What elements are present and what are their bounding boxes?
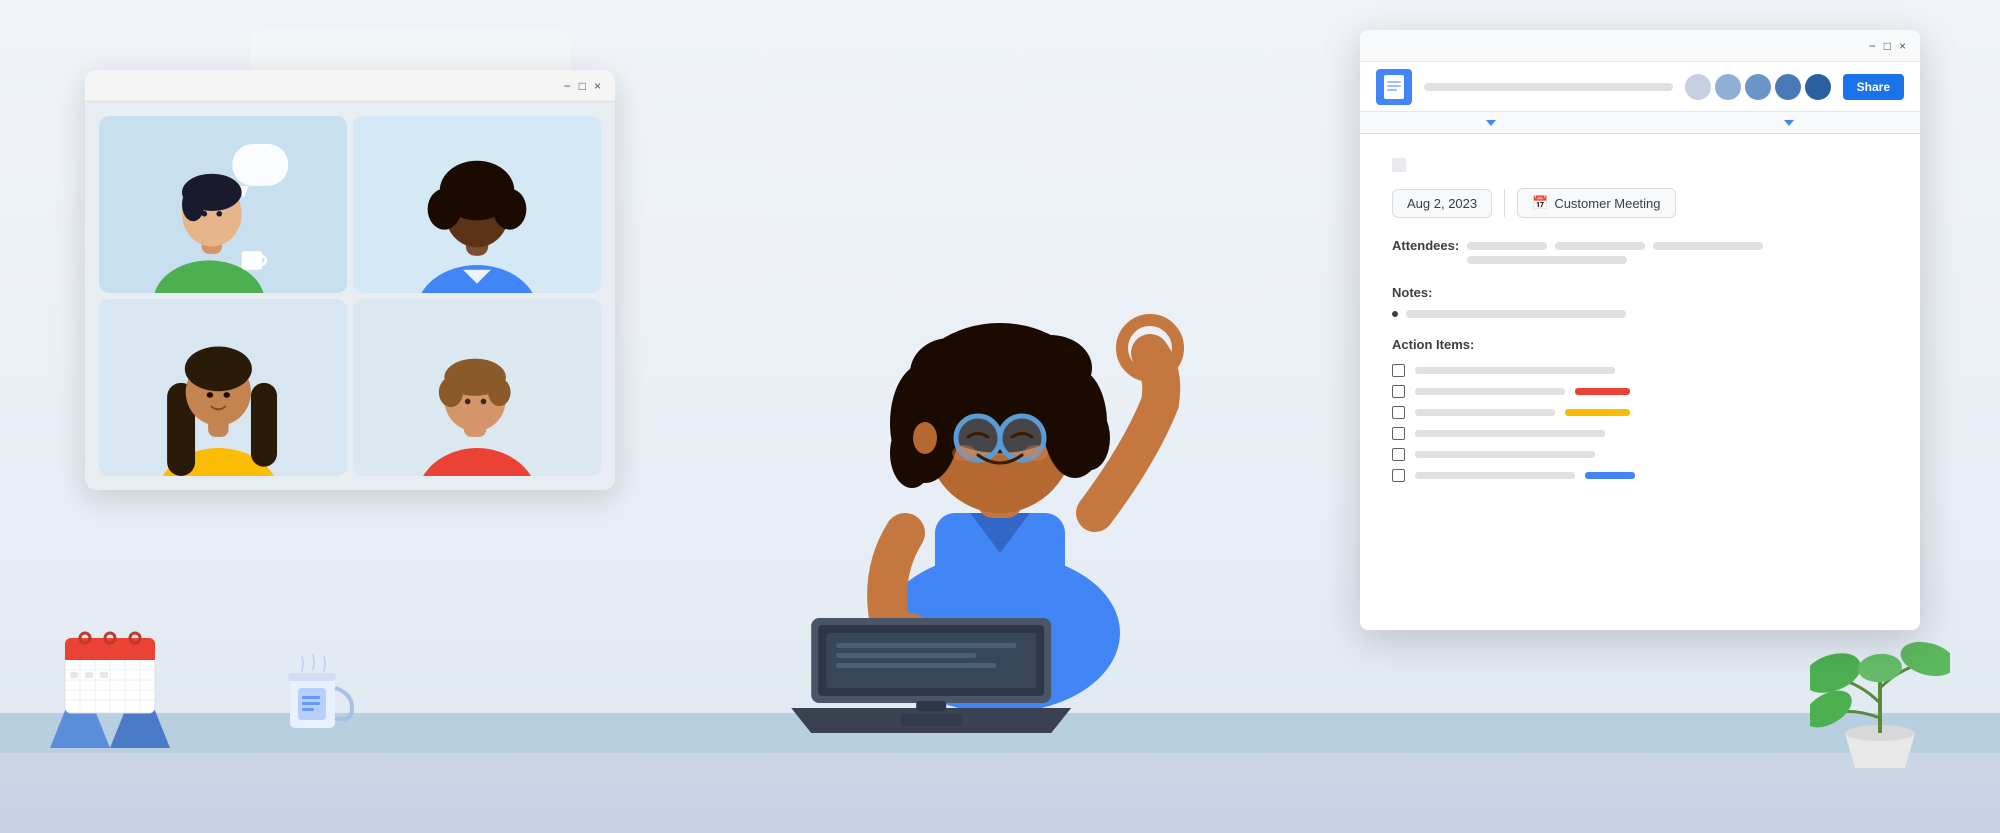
video-call-window: − □ × bbox=[85, 70, 615, 490]
video-titlebar: − □ × bbox=[85, 70, 615, 102]
docs-title-text bbox=[1424, 83, 1673, 91]
avatar-4 bbox=[1775, 74, 1801, 100]
docs-content: Aug 2, 2023 📅 Customer Meeting Attendees… bbox=[1360, 134, 1920, 630]
notes-label: Notes: bbox=[1392, 285, 1432, 300]
attendee-line-1 bbox=[1467, 242, 1547, 250]
notes-section: Notes: bbox=[1392, 284, 1888, 318]
action-text-4 bbox=[1415, 430, 1605, 437]
bullet-point-1 bbox=[1392, 311, 1398, 317]
minimize-button[interactable]: − bbox=[564, 80, 571, 92]
checkbox-2[interactable] bbox=[1392, 385, 1405, 398]
action-text-6 bbox=[1415, 472, 1575, 479]
avatar-group bbox=[1685, 74, 1831, 100]
action-item-6 bbox=[1392, 469, 1888, 482]
action-item-2 bbox=[1392, 385, 1888, 398]
mug-decoration bbox=[280, 653, 360, 733]
avatar-3 bbox=[1745, 74, 1771, 100]
video-participant-3 bbox=[99, 299, 347, 476]
docs-titlebar: − □ × bbox=[1360, 30, 1920, 62]
action-text-5 bbox=[1415, 451, 1595, 458]
window-controls: − □ × bbox=[564, 80, 601, 92]
page-marker bbox=[1392, 158, 1406, 172]
action-item-1 bbox=[1392, 364, 1888, 377]
ruler-marker-right bbox=[1784, 120, 1794, 126]
docs-window-controls: − □ × bbox=[1869, 40, 1906, 52]
maximize-button[interactable]: □ bbox=[579, 80, 586, 92]
ruler-marker-left bbox=[1486, 120, 1496, 126]
docs-ruler bbox=[1360, 112, 1920, 134]
action-text-1 bbox=[1415, 367, 1615, 374]
action-item-5 bbox=[1392, 448, 1888, 461]
attendees-label: Attendees: bbox=[1392, 238, 1459, 253]
laptop bbox=[791, 618, 1071, 743]
docs-maximize-button[interactable]: □ bbox=[1884, 40, 1891, 52]
tag-yellow-1 bbox=[1565, 409, 1630, 416]
attendee-line-3 bbox=[1653, 242, 1763, 250]
share-button[interactable]: Share bbox=[1843, 74, 1904, 100]
avatar-5 bbox=[1805, 74, 1831, 100]
meeting-info-row: Aug 2, 2023 📅 Customer Meeting bbox=[1392, 188, 1888, 218]
tag-red-1 bbox=[1575, 388, 1630, 395]
checkbox-5[interactable] bbox=[1392, 448, 1405, 461]
attendee-line-2 bbox=[1555, 242, 1645, 250]
action-item-4 bbox=[1392, 427, 1888, 440]
meeting-title-text: Customer Meeting bbox=[1554, 196, 1660, 211]
video-participant-2 bbox=[353, 116, 601, 293]
action-text-2 bbox=[1415, 388, 1565, 395]
note-line-1 bbox=[1406, 310, 1626, 318]
video-participant-1 bbox=[99, 116, 347, 293]
video-participant-4 bbox=[353, 299, 601, 476]
meeting-date-badge: Aug 2, 2023 bbox=[1392, 189, 1492, 218]
docs-window: − □ × Share bbox=[1360, 30, 1920, 630]
action-items-label: Action Items: bbox=[1392, 337, 1474, 352]
close-button[interactable]: × bbox=[594, 80, 601, 92]
video-grid bbox=[85, 102, 615, 490]
docs-minimize-button[interactable]: − bbox=[1869, 40, 1876, 52]
docs-toolbar: Share bbox=[1360, 62, 1920, 112]
calendar-icon: 📅 bbox=[1532, 195, 1548, 211]
checkbox-4[interactable] bbox=[1392, 427, 1405, 440]
calendar-decoration bbox=[50, 618, 170, 738]
checkbox-3[interactable] bbox=[1392, 406, 1405, 419]
checkbox-6[interactable] bbox=[1392, 469, 1405, 482]
attendees-section: Attendees: bbox=[1392, 238, 1888, 264]
docs-close-button[interactable]: × bbox=[1899, 40, 1906, 52]
tag-blue-1 bbox=[1585, 472, 1635, 479]
action-item-3 bbox=[1392, 406, 1888, 419]
action-text-3 bbox=[1415, 409, 1555, 416]
avatar-2 bbox=[1715, 74, 1741, 100]
meeting-title-badge: 📅 Customer Meeting bbox=[1517, 188, 1675, 218]
action-items-section: Action Items: bbox=[1392, 336, 1888, 482]
checkbox-1[interactable] bbox=[1392, 364, 1405, 377]
info-divider bbox=[1504, 189, 1505, 217]
attendee-line-4 bbox=[1467, 256, 1627, 264]
avatar-1 bbox=[1685, 74, 1711, 100]
google-docs-icon bbox=[1376, 69, 1412, 105]
